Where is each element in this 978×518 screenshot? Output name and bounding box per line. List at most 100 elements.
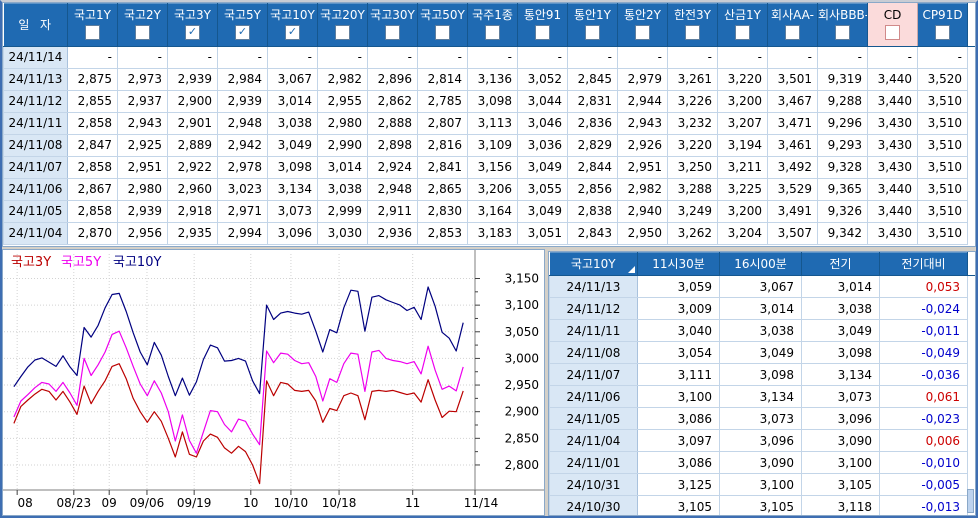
yield-cell: 3,038 bbox=[267, 111, 318, 135]
yield-cell: 3,194 bbox=[717, 133, 768, 157]
x-tick-label: 09 bbox=[102, 496, 117, 510]
column-header-CD[interactable]: CD bbox=[867, 3, 918, 47]
series-checkbox-한전3Y[interactable] bbox=[685, 25, 700, 41]
table-row-24/11/12[interactable]: 24/11/12 3,009 3,014 3,038 -0,024 bbox=[549, 297, 975, 320]
table-row-24/11/01[interactable]: 24/11/01 3,086 3,090 3,100 -0,010 bbox=[549, 451, 975, 474]
series-checkbox-국고2Y[interactable] bbox=[135, 25, 150, 41]
value-1600-cell: 3,098 bbox=[719, 363, 802, 386]
table-row-24/11/11[interactable]: 24/11/11 2,858 2,943 2,901 2,948 3,038 2,980 2,… bbox=[3, 111, 975, 135]
column-header-회사BBB-[interactable]: 회사BBB- bbox=[817, 3, 868, 47]
table-row-24/11/11[interactable]: 24/11/11 3,040 3,038 3,049 -0,011 bbox=[549, 319, 975, 342]
yield-cell: 2,855 bbox=[67, 89, 118, 113]
column-header-label: 회사AA- bbox=[771, 8, 814, 23]
date-cell: 24/11/06 bbox=[3, 177, 68, 201]
yield-cell: 2,865 bbox=[417, 177, 468, 201]
column-header-회사AA-[interactable]: 회사AA- bbox=[767, 3, 818, 47]
table-row-24/11/05[interactable]: 24/11/05 2,858 2,939 2,918 2,971 3,073 2,999 2,… bbox=[3, 199, 975, 223]
column-header-전기대비[interactable]: 전기대비 bbox=[879, 252, 968, 276]
series-checkbox-통안91[interactable] bbox=[535, 25, 550, 41]
yield-chart-panel: 3,150 3,100 3,050 3,000 2,950 2,900 2,850 2,800… bbox=[2, 249, 545, 516]
table-row-24/11/04[interactable]: 24/11/04 3,097 3,096 3,090 0,006 bbox=[549, 429, 975, 452]
yield-cell: 2,951 bbox=[117, 155, 168, 179]
yield-cell: 3,055 bbox=[517, 177, 568, 201]
table-row-24/10/31[interactable]: 24/10/31 3,125 3,100 3,105 -0,005 bbox=[549, 473, 975, 496]
column-header-국고10Y[interactable]: 국고10Y ✓ bbox=[267, 3, 318, 47]
column-header-통안2Y[interactable]: 통안2Y bbox=[617, 3, 668, 47]
yield-cell: 3,510 bbox=[917, 177, 968, 201]
table-row-24/11/08[interactable]: 24/11/08 2,847 2,925 2,889 2,942 3,049 2,990 2,… bbox=[3, 133, 975, 157]
row-filler bbox=[967, 429, 975, 452]
yield-cell: - bbox=[167, 45, 218, 69]
series-checkbox-CD[interactable] bbox=[885, 25, 900, 41]
series-checkbox-회사AA-[interactable] bbox=[785, 25, 800, 41]
yield-cell: 2,888 bbox=[367, 111, 418, 135]
value-1600-cell: 3,049 bbox=[719, 341, 802, 364]
table-row-24/11/05[interactable]: 24/11/05 3,086 3,073 3,096 -0,023 bbox=[549, 407, 975, 430]
series-checkbox-CP91D[interactable] bbox=[935, 25, 950, 41]
series-checkbox-국고1Y[interactable] bbox=[85, 25, 100, 41]
column-header-국주1종[interactable]: 국주1종 bbox=[467, 3, 518, 47]
column-header-국고10Y[interactable]: 국고10Y bbox=[549, 252, 638, 276]
column-header-11시30분[interactable]: 11시30분 bbox=[637, 252, 720, 276]
scrollbar-thumb[interactable] bbox=[967, 489, 974, 513]
column-header-국고3Y[interactable]: 국고3Y ✓ bbox=[167, 3, 218, 47]
yield-cell: 9,342 bbox=[817, 221, 868, 245]
column-header-산금1Y[interactable]: 산금1Y bbox=[717, 3, 768, 47]
series-checkbox-회사BBB-[interactable] bbox=[835, 25, 850, 41]
column-header-label: 통안1Y bbox=[573, 8, 612, 23]
table-row-24/11/07[interactable]: 24/11/07 2,858 2,951 2,922 2,978 3,098 3,014 2,… bbox=[3, 155, 975, 179]
table-row-24/11/12[interactable]: 24/11/12 2,855 2,937 2,900 2,939 3,014 2,955 2,… bbox=[3, 89, 975, 113]
yield-cell: 2,990 bbox=[317, 133, 368, 157]
column-header-전기[interactable]: 전기 bbox=[801, 252, 880, 276]
column-header-국고30Y[interactable]: 국고30Y bbox=[367, 3, 418, 47]
column-header-CP91D[interactable]: CP91D bbox=[917, 3, 968, 47]
table-row-24/11/04[interactable]: 24/11/04 2,870 2,956 2,935 2,994 3,096 3,030 2,… bbox=[3, 221, 975, 245]
column-header-국고5Y[interactable]: 국고5Y ✓ bbox=[217, 3, 268, 47]
row-filler bbox=[967, 112, 975, 134]
yield-cell: 3,430 bbox=[867, 155, 918, 179]
series-checkbox-통안2Y[interactable] bbox=[635, 25, 650, 41]
yield-cell: 3,510 bbox=[917, 199, 968, 223]
yield-cell: 3,073 bbox=[267, 199, 318, 223]
column-header-국고50Y[interactable]: 국고50Y bbox=[417, 3, 468, 47]
table-row-24/11/08[interactable]: 24/11/08 3,054 3,049 3,098 -0,049 bbox=[549, 341, 975, 364]
series-checkbox-국고10Y[interactable]: ✓ bbox=[285, 25, 300, 41]
yield-cell: 3,014 bbox=[317, 155, 368, 179]
column-header-국고20Y[interactable]: 국고20Y bbox=[317, 3, 368, 47]
change-cell: -0,023 bbox=[879, 407, 968, 430]
column-header-한전3Y[interactable]: 한전3Y bbox=[667, 3, 718, 47]
column-header-16시00분[interactable]: 16시00분 bbox=[719, 252, 802, 276]
series-checkbox-국주1종[interactable] bbox=[485, 25, 500, 41]
table-row-24/10/30[interactable]: 24/10/30 3,105 3,105 3,118 -0,013 bbox=[549, 495, 975, 515]
yield-cell: 2,939 bbox=[167, 67, 218, 91]
table-row-24/11/06[interactable]: 24/11/06 3,100 3,134 3,073 0,061 bbox=[549, 385, 975, 408]
series-checkbox-국고50Y[interactable] bbox=[435, 25, 450, 41]
series-checkbox-국고30Y[interactable] bbox=[385, 25, 400, 41]
previous-cell: 3,118 bbox=[801, 495, 880, 515]
column-header-국고2Y[interactable]: 국고2Y bbox=[117, 3, 168, 47]
table-row-24/11/13[interactable]: 24/11/13 2,875 2,973 2,939 2,984 3,067 2,982 2,… bbox=[3, 67, 975, 91]
table-row-24/11/07[interactable]: 24/11/07 3,111 3,098 3,134 -0,036 bbox=[549, 363, 975, 386]
yield-cell: 2,955 bbox=[317, 89, 368, 113]
series-checkbox-통안1Y[interactable] bbox=[585, 25, 600, 41]
column-header-통안91[interactable]: 통안91 bbox=[517, 3, 568, 47]
change-cell: -0,036 bbox=[879, 363, 968, 386]
series-checkbox-국고3Y[interactable]: ✓ bbox=[185, 25, 200, 41]
yield-cell: 2,856 bbox=[567, 177, 618, 201]
x-tick-label: 10 bbox=[243, 496, 258, 510]
yield-cell: 2,943 bbox=[117, 111, 168, 135]
yield-cell: - bbox=[867, 45, 918, 69]
column-header-국고1Y[interactable]: 국고1Y bbox=[67, 3, 118, 47]
table-row-24/11/14[interactable]: 24/11/14- - - - - - - - - - - - - - - - - - bbox=[3, 45, 975, 69]
table-row-24/11/06[interactable]: 24/11/06 2,867 2,980 2,960 3,023 3,134 3,038 2,… bbox=[3, 177, 975, 201]
column-header-통안1Y[interactable]: 통안1Y bbox=[567, 3, 618, 47]
series-checkbox-국고20Y[interactable] bbox=[335, 25, 350, 41]
table-row-24/11/13[interactable]: 24/11/13 3,059 3,067 3,014 0,053 bbox=[549, 275, 975, 298]
yield-cell: 2,918 bbox=[167, 199, 218, 223]
date-column-header[interactable]: 일 자 bbox=[3, 3, 68, 47]
series-checkbox-국고5Y[interactable]: ✓ bbox=[235, 25, 250, 41]
row-filler bbox=[967, 297, 975, 320]
series-checkbox-산금1Y[interactable] bbox=[735, 25, 750, 41]
yield-cell: 3,501 bbox=[767, 67, 818, 91]
date-cell: 24/11/07 bbox=[549, 363, 638, 386]
